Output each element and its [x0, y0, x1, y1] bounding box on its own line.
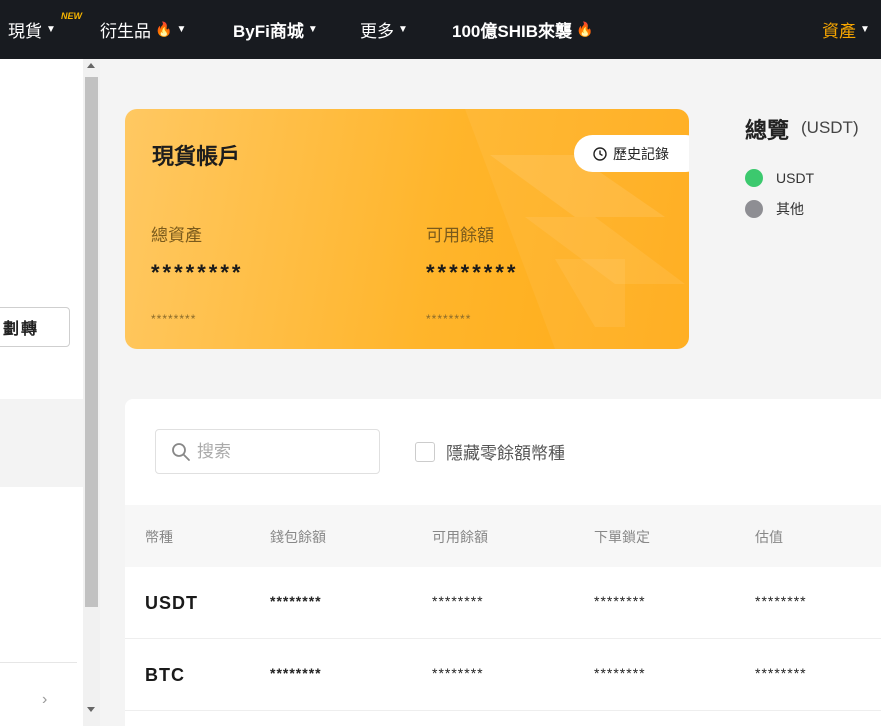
- search-input[interactable]: [197, 441, 357, 462]
- overview-title: 總覽: [745, 118, 790, 143]
- available-balance: ********: [432, 665, 484, 681]
- total-assets-sub: ********: [151, 312, 197, 326]
- assets-panel: 隱藏零餘額幣種 幣種 錢包餘額 可用餘額 下單鎖定 估值 USDT ******…: [125, 399, 881, 726]
- overview-unit: (USDT): [801, 118, 859, 137]
- legend-label-other: 其他: [776, 201, 804, 217]
- caret-down-icon: ▼: [307, 24, 318, 35]
- nav-spot-label: 現貨: [8, 22, 42, 41]
- table-row[interactable]: USDT ******** ******** ******** ********: [125, 567, 881, 639]
- wallet-balance: ********: [270, 665, 322, 681]
- flame-icon: 🔥: [155, 21, 173, 37]
- total-assets-value: ********: [151, 260, 244, 285]
- available-balance-sub: ********: [426, 312, 472, 326]
- nav-derivatives[interactable]: 衍生品 🔥 ▼: [100, 0, 186, 59]
- chevron-right-icon[interactable]: ›: [42, 691, 47, 709]
- total-assets-label: 總資產: [151, 226, 202, 245]
- legend-item-other: 其他: [745, 199, 804, 219]
- column-header-value: 估值: [755, 529, 783, 545]
- nav-more[interactable]: 更多 ▼: [360, 0, 408, 59]
- column-header-coin: 幣種: [145, 529, 173, 545]
- column-header-available: 可用餘額: [432, 529, 488, 545]
- history-label: 歷史記錄: [613, 145, 669, 162]
- sidebar-scrollbar[interactable]: [83, 59, 100, 726]
- estimated-value: ********: [755, 665, 807, 681]
- nav-byfi-mall-label: ByFi商城: [233, 22, 304, 41]
- sidebar: 劃轉 ›: [0, 59, 83, 726]
- spot-account-card: 現貨帳戶 歷史記錄 總資產 ******** ******** 可用餘額 ***…: [125, 109, 689, 349]
- legend-label-usdt: USDT: [776, 170, 815, 186]
- order-locked: ********: [594, 593, 646, 609]
- table-row[interactable]: BTC ******** ******** ******** ********: [125, 639, 881, 711]
- card-title: 現貨帳戶: [152, 144, 241, 169]
- nav-assets[interactable]: 資產 ▼: [822, 0, 870, 59]
- available-balance: ********: [432, 593, 484, 609]
- nav-derivatives-label: 衍生品: [100, 22, 151, 41]
- transfer-button[interactable]: 劃轉: [0, 307, 70, 347]
- estimated-value: ********: [755, 593, 807, 609]
- transfer-label: 劃轉: [3, 321, 40, 338]
- nav-assets-label: 資產: [822, 22, 856, 41]
- search-box[interactable]: [155, 429, 380, 474]
- available-balance-value: ********: [426, 260, 519, 285]
- search-icon: [172, 442, 190, 461]
- nav-shib-promo[interactable]: 100億SHIB來襲 🔥: [452, 0, 593, 59]
- top-nav: 現貨 ▼ NEW 衍生品 🔥 ▼ ByFi商城 ▼ 更多 ▼ 100億SHIB來…: [0, 0, 881, 59]
- flame-icon: 🔥: [575, 21, 594, 37]
- caret-down-icon: ▼: [398, 24, 408, 35]
- nav-spot[interactable]: 現貨 ▼: [8, 0, 56, 59]
- clock-icon: [593, 146, 607, 161]
- new-badge: NEW: [61, 11, 82, 21]
- legend-dot-usdt: [745, 169, 763, 187]
- table-header: 幣種 錢包餘額 可用餘額 下單鎖定 估值: [125, 505, 881, 567]
- hide-zero-toggle[interactable]: 隱藏零餘額幣種: [415, 439, 565, 464]
- scroll-thumb[interactable]: [85, 77, 98, 607]
- caret-down-icon: ▼: [860, 24, 870, 35]
- coin-name: BTC: [145, 665, 185, 685]
- sidebar-divider: [0, 662, 77, 663]
- wallet-balance: ********: [270, 593, 322, 609]
- hide-zero-checkbox[interactable]: [415, 441, 435, 462]
- nav-shib-promo-label: 100億SHIB來襲: [452, 22, 572, 41]
- column-header-wallet: 錢包餘額: [270, 529, 326, 545]
- caret-down-icon: ▼: [176, 24, 187, 35]
- legend-item-usdt: USDT: [745, 169, 814, 187]
- hide-zero-label: 隱藏零餘額幣種: [446, 444, 565, 463]
- nav-more-label: 更多: [360, 22, 394, 41]
- available-balance-label: 可用餘額: [426, 226, 494, 245]
- legend-dot-other: [745, 200, 763, 218]
- order-locked: ********: [594, 665, 646, 681]
- nav-byfi-mall[interactable]: ByFi商城 ▼: [233, 0, 318, 59]
- coin-name: USDT: [145, 593, 198, 613]
- history-button[interactable]: 歷史記錄: [574, 135, 689, 172]
- caret-down-icon: ▼: [46, 24, 56, 35]
- scroll-up-icon[interactable]: [87, 63, 95, 68]
- scroll-down-icon[interactable]: [87, 707, 95, 712]
- column-header-locked: 下單鎖定: [594, 529, 650, 545]
- sidebar-item-active[interactable]: [0, 399, 83, 487]
